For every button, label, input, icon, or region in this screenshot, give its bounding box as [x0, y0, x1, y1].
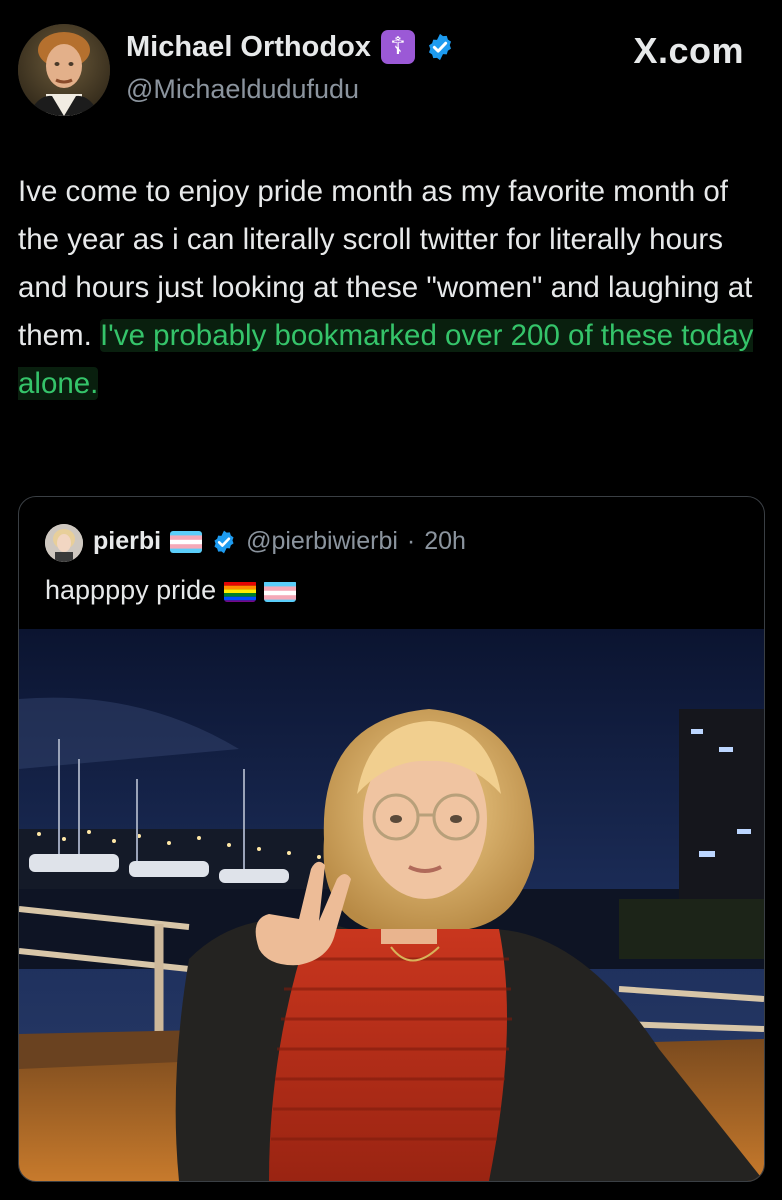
tweet-text-highlight: I've probably bookmarked over 200 of the… — [18, 319, 754, 400]
quote-author-handle[interactable]: @pierbiwierbi — [246, 527, 398, 556]
verified-badge-icon — [428, 33, 451, 61]
flag-trans-icon — [170, 530, 203, 553]
flag-trans-icon — [264, 580, 297, 602]
quote-text-content: happppy pride — [45, 575, 217, 605]
quote-header: pierbi @pierbiwierbi · 20h — [93, 527, 466, 556]
author-name[interactable]: Michael Orthodox — [126, 31, 371, 64]
author-name-row: Michael Orthodox ☦ — [126, 30, 455, 64]
author-avatar[interactable] — [18, 24, 110, 116]
separator-dot: · — [406, 527, 416, 555]
quote-author-avatar[interactable] — [45, 524, 83, 562]
tweet-text: Ive come to enjoy pride month as my favo… — [18, 168, 763, 408]
author-handle[interactable]: @Michaeldudufudu — [126, 74, 359, 105]
site-logo: X.com — [633, 30, 744, 71]
quoted-photo[interactable] — [19, 629, 764, 1181]
verified-badge-icon — [214, 530, 234, 553]
quoted-tweet-card[interactable]: pierbi @pierbiwierbi · 20h happppy pride — [18, 496, 765, 1182]
orthodox-cross-icon: ☦ — [380, 30, 415, 64]
quote-timestamp[interactable]: 20h — [424, 527, 466, 556]
quote-author-name[interactable]: pierbi — [93, 527, 161, 556]
quote-text: happppy pride — [45, 575, 297, 606]
flag-rainbow-icon — [224, 580, 257, 602]
